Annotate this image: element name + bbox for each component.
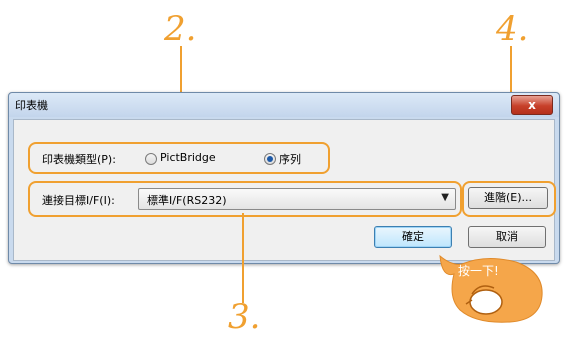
close-button[interactable]: x — [511, 95, 553, 115]
cancel-button[interactable]: 取消 — [468, 226, 546, 248]
radio-serial[interactable] — [264, 153, 276, 165]
callout-4: 4. — [496, 9, 529, 49]
click-hint: 按一下! — [436, 252, 548, 324]
radio-serial-label[interactable]: 序列 — [279, 151, 301, 167]
ok-button[interactable]: 確定 — [374, 226, 452, 248]
printer-type-label: 印表機類型(P): — [42, 153, 116, 166]
radio-pictbridge[interactable] — [145, 153, 157, 165]
click-hint-text: 按一下! — [458, 264, 499, 278]
target-if-label: 連接目標I/F(I): — [42, 194, 115, 207]
callout-3-line — [242, 213, 244, 303]
dialog-title: 印表機 — [15, 99, 48, 112]
callout-2: 2. — [164, 9, 197, 49]
advanced-button[interactable]: 進階(E)... — [468, 187, 548, 209]
callout-3: 3. — [228, 297, 261, 337]
target-if-dropdown[interactable]: 標準I/F(RS232) ▼ — [138, 188, 456, 210]
target-if-value: 標準I/F(RS232) — [147, 194, 227, 207]
chevron-down-icon: ▼ — [441, 192, 449, 203]
radio-pictbridge-label[interactable]: PictBridge — [160, 151, 216, 164]
titlebar: 印表機 x — [9, 93, 559, 117]
